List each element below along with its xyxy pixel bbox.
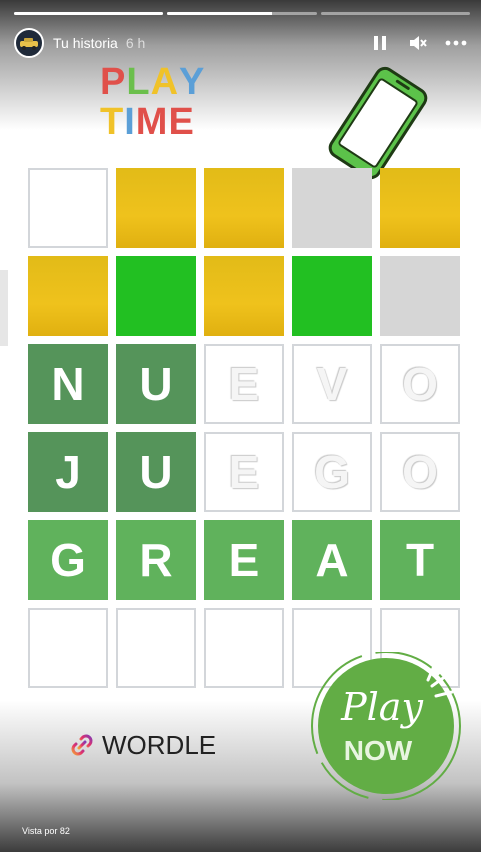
grid-tile: G — [28, 520, 108, 600]
progress-segment — [167, 12, 317, 15]
link-sticker[interactable]: WORDLE — [68, 728, 216, 762]
more-options-button[interactable] — [445, 32, 467, 54]
grid-tile: E — [204, 344, 284, 424]
play-time-line-2: TIME — [100, 102, 215, 142]
grid-tile: O — [380, 344, 460, 424]
wordle-grid: NUEVOJUEGOGREAT — [28, 168, 464, 696]
grid-tile — [292, 168, 372, 248]
play-time-letter: A — [150, 61, 180, 103]
grid-tile: O — [380, 432, 460, 512]
post-time: 6 h — [125, 35, 146, 51]
pause-icon — [374, 36, 386, 50]
grid-tile — [204, 608, 284, 688]
progress-fill — [14, 12, 164, 15]
grid-tile: T — [380, 520, 460, 600]
grid-tile: U — [116, 344, 196, 424]
grid-row: NUEVO — [28, 344, 464, 424]
story-progress-bar — [14, 12, 470, 15]
story-header: Tu historia 6 h — [14, 28, 467, 58]
play-time-sticker: PLAY TIME — [100, 62, 215, 146]
grid-row — [28, 256, 464, 336]
grid-tile — [28, 608, 108, 688]
grid-tile: E — [204, 432, 284, 512]
grid-tile — [380, 168, 460, 248]
vehicle-avatar-icon — [20, 38, 38, 50]
play-time-letter: Y — [179, 61, 206, 103]
avatar[interactable] — [14, 28, 44, 58]
pause-button[interactable] — [369, 32, 391, 54]
mute-icon — [410, 36, 427, 50]
grid-tile: N — [28, 344, 108, 424]
viewers-count[interactable]: Vista por 82 — [22, 826, 70, 836]
play-time-letter: L — [126, 61, 151, 103]
play-now-badge: Play NOW — [311, 652, 461, 800]
mute-button[interactable] — [407, 32, 429, 54]
grid-tile: U — [116, 432, 196, 512]
grid-tile: A — [292, 520, 372, 600]
grid-tile — [204, 256, 284, 336]
grid-tile — [380, 256, 460, 336]
grid-row: GREAT — [28, 520, 464, 600]
play-time-letter: P — [100, 61, 127, 103]
grid-tile: E — [204, 520, 284, 600]
play-time-line-1: PLAY — [100, 62, 215, 102]
grid-tile — [204, 168, 284, 248]
play-time-letter: E — [168, 101, 195, 143]
progress-fill — [167, 12, 272, 15]
play-time-letter: I — [124, 101, 136, 143]
grid-tile — [28, 168, 108, 248]
grid-tile — [116, 256, 196, 336]
username[interactable]: Tu historia — [53, 35, 118, 51]
grid-tile: G — [292, 432, 372, 512]
grid-row: JUEGO — [28, 432, 464, 512]
badge-line-1: Play — [340, 685, 423, 729]
badge-line-2: NOW — [344, 735, 413, 766]
link-label: WORDLE — [102, 729, 217, 760]
smartphone-icon — [328, 66, 428, 180]
progress-segment — [320, 12, 470, 15]
grid-tile: V — [292, 344, 372, 424]
grid-tile — [116, 608, 196, 688]
previous-story-edge — [0, 270, 8, 346]
grid-tile — [292, 256, 372, 336]
more-options-icon — [445, 40, 467, 46]
grid-row — [28, 168, 464, 248]
link-icon — [71, 734, 93, 756]
grid-tile: J — [28, 432, 108, 512]
progress-segment — [14, 12, 164, 15]
grid-tile: R — [116, 520, 196, 600]
grid-tile — [28, 256, 108, 336]
play-time-letter: T — [100, 101, 125, 143]
play-time-letter: M — [135, 101, 169, 143]
grid-tile — [116, 168, 196, 248]
